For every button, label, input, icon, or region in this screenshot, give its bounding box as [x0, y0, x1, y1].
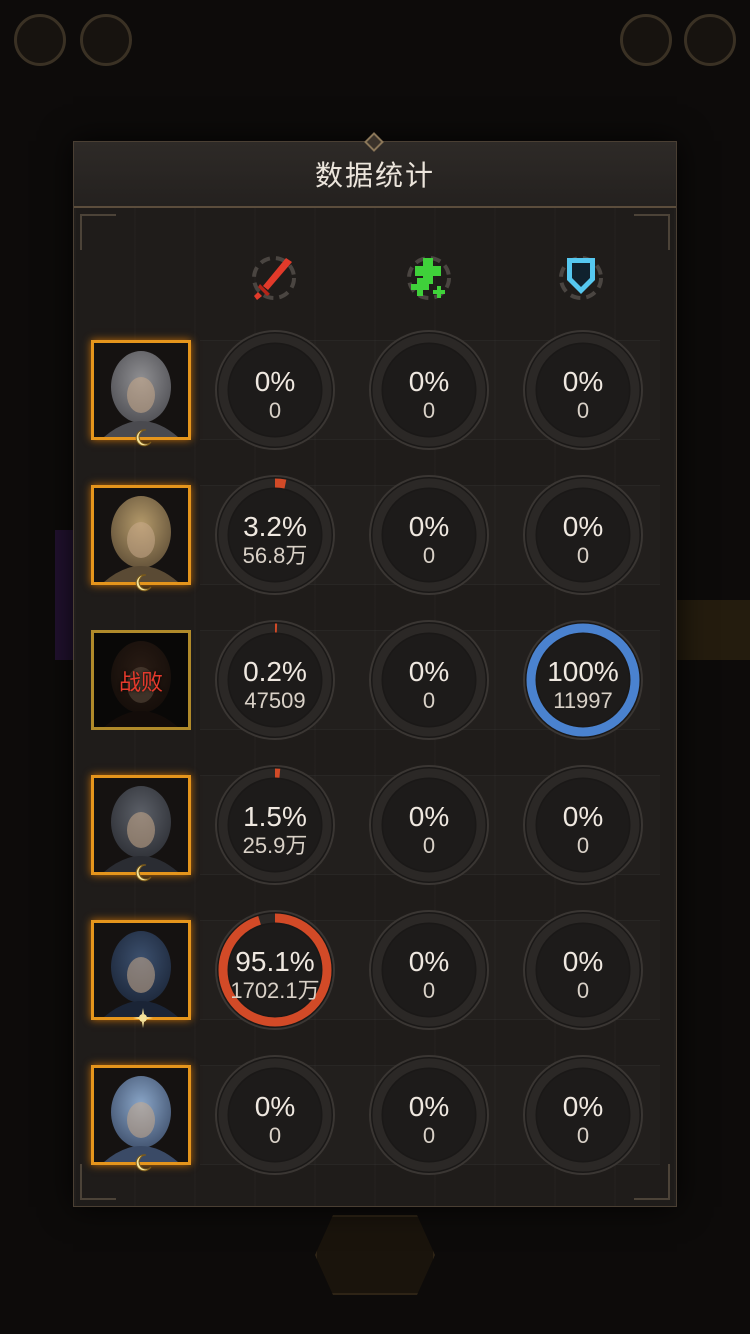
stat-ring-healing: 0% 0 — [368, 474, 490, 596]
stat-ring-damage: 0% 0 — [214, 329, 336, 451]
stat-percent: 0% — [408, 366, 450, 397]
stat-ring-defense: 0% 0 — [522, 764, 644, 886]
stat-percent: 0% — [408, 511, 450, 542]
stat-percent: 95.1% — [235, 946, 315, 977]
hero-portrait[interactable] — [91, 340, 191, 447]
stat-ring-healing: 0% 0 — [368, 619, 490, 741]
stat-ring-defense: 0% 0 — [522, 474, 644, 596]
stat-amount: 25.9万 — [242, 833, 308, 858]
stat-percent: 1.5% — [243, 801, 307, 832]
stat-percent: 100% — [547, 656, 619, 687]
hero-portrait-art — [94, 923, 188, 1017]
hero-portrait-art — [94, 343, 188, 437]
stat-percent: 0% — [408, 801, 450, 832]
shield-icon[interactable] — [553, 250, 609, 306]
stat-ring-healing: 0% 0 — [368, 329, 490, 451]
stat-ring-damage: 0% 0 — [214, 1054, 336, 1176]
stat-amount: 0 — [422, 1123, 436, 1148]
hero-portrait[interactable]: 战败 — [91, 630, 191, 730]
moon-badge-icon — [132, 572, 154, 594]
hero-portrait[interactable] — [91, 1065, 191, 1172]
stat-ring-damage: 0.2% 47509 — [214, 619, 336, 741]
panel-title: 数据统计 — [314, 160, 435, 191]
stat-amount: 0 — [422, 978, 436, 1003]
stat-percent: 0.2% — [243, 656, 307, 687]
stat-amount: 56.8万 — [242, 543, 308, 568]
background-icon — [14, 14, 66, 66]
stat-ring-damage: 3.2% 56.8万 — [214, 474, 336, 596]
corner-ornament — [80, 214, 116, 250]
stat-percent: 0% — [408, 656, 450, 687]
stat-amount: 0 — [422, 688, 436, 713]
background-icon — [80, 14, 132, 66]
sun-badge-icon — [132, 1007, 154, 1029]
stat-amount: 0 — [268, 398, 282, 423]
moon-badge-icon — [132, 862, 154, 884]
stat-amount: 1702.1万 — [230, 978, 320, 1003]
hero-portrait-art — [94, 778, 188, 872]
hero-portrait[interactable] — [91, 775, 191, 882]
stat-amount: 0 — [576, 1123, 590, 1148]
stat-percent: 0% — [562, 366, 604, 397]
stat-amount: 0 — [268, 1123, 282, 1148]
stat-ring-defense: 0% 0 — [522, 909, 644, 1031]
corner-ornament — [80, 1164, 116, 1200]
stat-percent: 0% — [562, 511, 604, 542]
stat-ring-defense: 100% 11997 — [522, 619, 644, 741]
stat-percent: 0% — [254, 1091, 296, 1122]
panel-header: 数据统计 — [74, 132, 676, 208]
hero-portrait-art — [94, 1068, 188, 1162]
stat-ring-healing: 0% 0 — [368, 909, 490, 1031]
hero-portrait[interactable] — [91, 920, 191, 1028]
defeat-label: 战败 — [118, 670, 163, 695]
corner-ornament — [634, 214, 670, 250]
stat-amount: 0 — [576, 543, 590, 568]
stat-amount: 0 — [576, 833, 590, 858]
stat-ring-damage: 95.1% 1702.1万 — [214, 909, 336, 1031]
stat-ring-healing: 0% 0 — [368, 764, 490, 886]
sword-icon[interactable] — [246, 250, 302, 306]
stat-amount: 11997 — [553, 688, 613, 713]
heal-plus-icon[interactable] — [401, 250, 457, 306]
stat-ring-defense: 0% 0 — [522, 329, 644, 451]
stat-percent: 0% — [562, 801, 604, 832]
stat-amount: 0 — [576, 398, 590, 423]
stat-percent: 0% — [562, 946, 604, 977]
background-banner-right — [670, 600, 750, 660]
stat-ring-defense: 0% 0 — [522, 1054, 644, 1176]
stat-ring-healing: 0% 0 — [368, 1054, 490, 1176]
background-button — [315, 1215, 435, 1295]
stat-percent: 0% — [254, 366, 296, 397]
stat-percent: 0% — [408, 1091, 450, 1122]
stat-ring-damage: 1.5% 25.9万 — [214, 764, 336, 886]
stat-percent: 3.2% — [243, 511, 307, 542]
moon-badge-icon — [132, 1152, 154, 1174]
stat-percent: 0% — [562, 1091, 604, 1122]
background-icon — [684, 14, 736, 66]
stat-amount: 47509 — [244, 688, 306, 713]
hero-portrait-art — [94, 488, 188, 582]
stat-amount: 0 — [422, 398, 436, 423]
stat-amount: 0 — [576, 978, 590, 1003]
stat-amount: 0 — [422, 833, 436, 858]
background-icon — [620, 14, 672, 66]
stat-amount: 0 — [422, 543, 436, 568]
stat-percent: 0% — [408, 946, 450, 977]
hero-portrait[interactable] — [91, 485, 191, 592]
moon-badge-icon — [132, 427, 154, 449]
